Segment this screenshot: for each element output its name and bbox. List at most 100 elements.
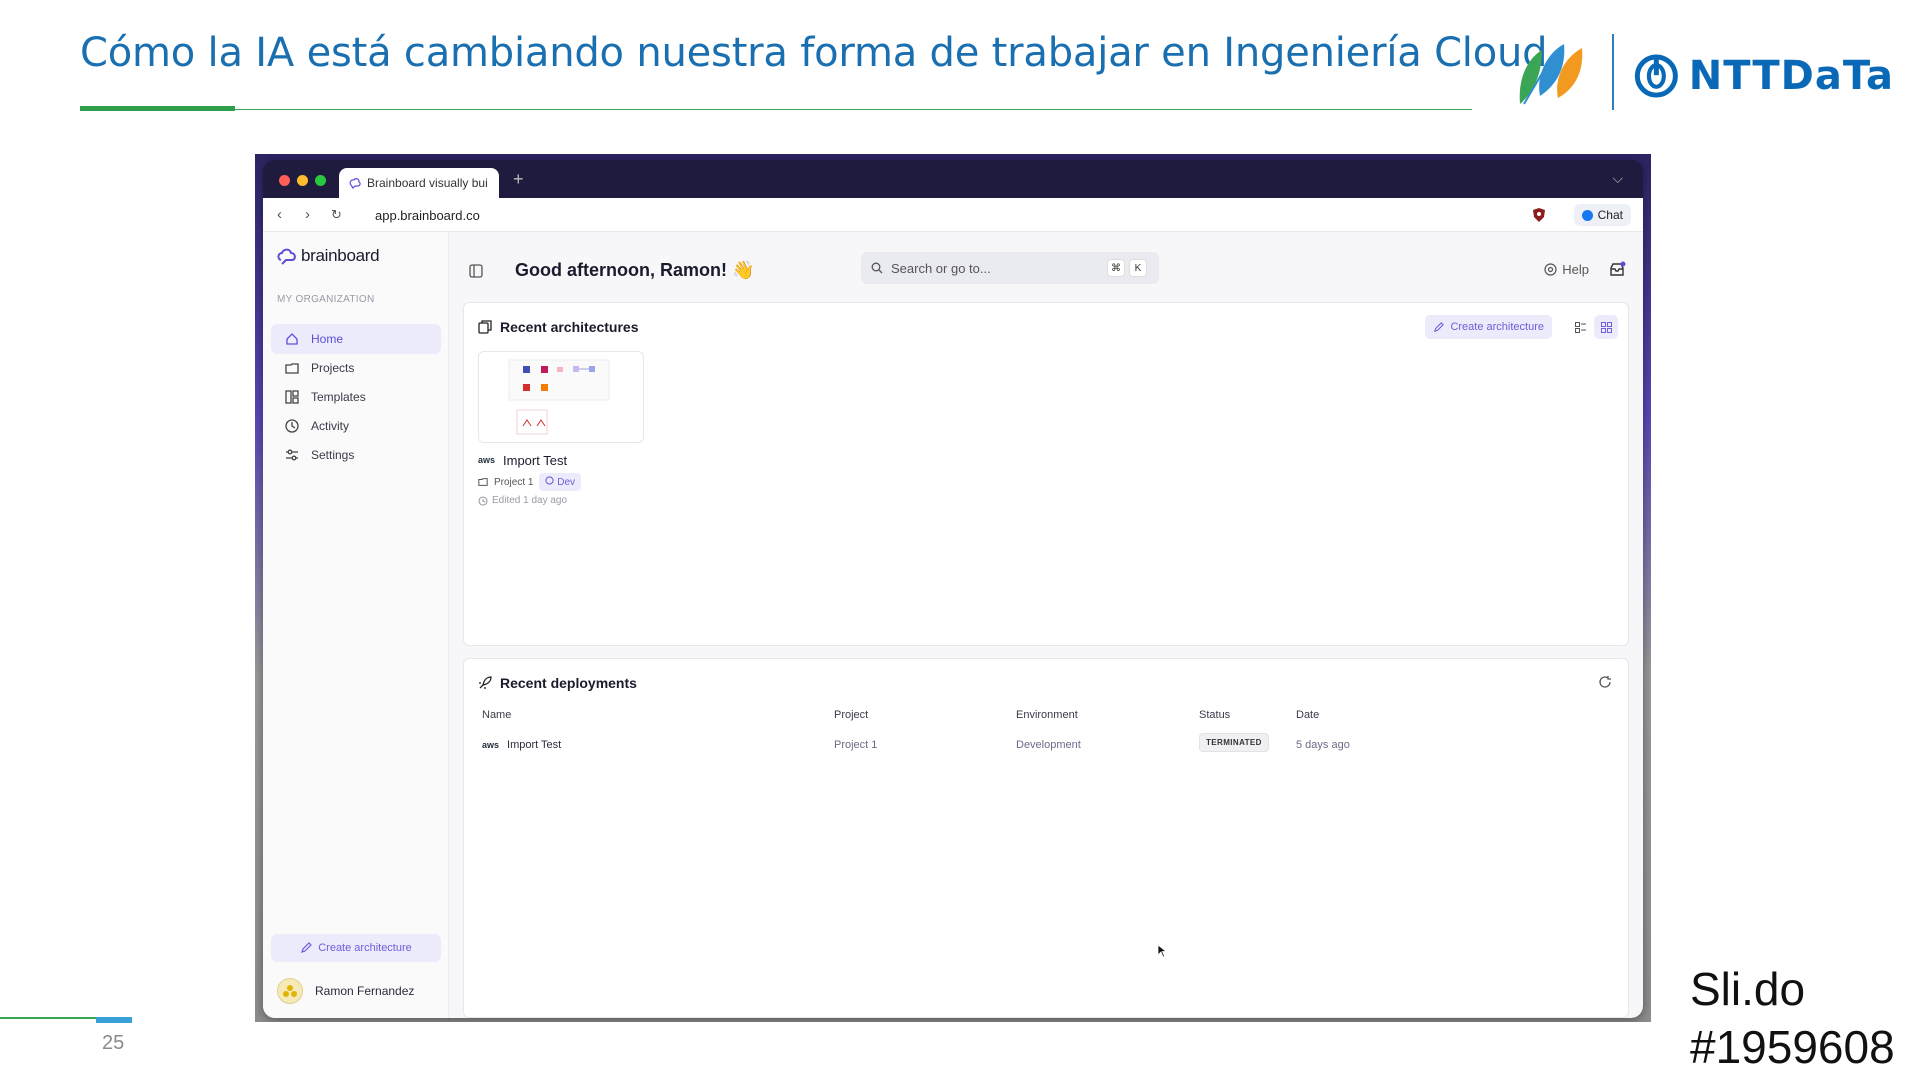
search-icon: [871, 262, 883, 274]
ntt-data-wordmark: NTTDaTa: [1688, 53, 1894, 99]
reload-icon[interactable]: ↻: [331, 207, 342, 223]
forward-icon[interactable]: ›: [305, 206, 310, 223]
settings-icon: [286, 449, 298, 461]
mouse-cursor-icon: [1157, 944, 1167, 958]
deployment-status: TERMINATED: [1199, 733, 1269, 752]
ntt-data-logo: NTTDaTa: [1634, 48, 1894, 104]
refresh-icon[interactable]: [1598, 675, 1612, 689]
deployment-project[interactable]: Project 1: [834, 739, 877, 751]
column-header-project[interactable]: Project: [834, 709, 868, 721]
create-architecture-label: Create architecture: [1450, 321, 1544, 333]
sidebar-item-home[interactable]: Home: [271, 324, 441, 354]
avatar-pattern-icon: [283, 985, 297, 997]
footer-accent: [96, 1017, 132, 1023]
sidebar-create-architecture-button[interactable]: Create architecture: [271, 934, 441, 962]
browser-tab[interactable]: Brainboard visually bui: [339, 168, 499, 198]
slide-title: Cómo la IA está cambiando nuestra forma …: [80, 30, 1548, 76]
folder-icon: [478, 478, 488, 486]
ntt-ring-icon: [1634, 54, 1678, 98]
sidebar-toggle-icon[interactable]: [469, 264, 483, 278]
column-header-name[interactable]: Name: [482, 709, 511, 721]
status-badge: TERMINATED: [1199, 733, 1269, 752]
edited-timestamp: Edited 1 day ago: [478, 495, 567, 506]
sidebar-item-label: Settings: [311, 448, 355, 462]
shield-extension-icon[interactable]: [1531, 207, 1547, 223]
help-label: Help: [1562, 262, 1589, 277]
project-tag[interactable]: Project 1: [494, 477, 533, 488]
inbox-notification-icon[interactable]: [1609, 260, 1627, 278]
sidebar-item-label: Home: [311, 332, 344, 346]
user-name: Ramon Fernandez: [315, 984, 415, 998]
sidebar-item-templates[interactable]: Templates: [271, 382, 441, 412]
deployment-environment: Development: [1016, 739, 1081, 751]
brand-name: brainboard: [301, 246, 380, 265]
address-bar: ‹ › ↻ app.brainboard.co Chat: [263, 198, 1643, 232]
title-underline-accent: [80, 106, 235, 111]
edit-icon: [301, 942, 313, 953]
sidebar-item-label: Activity: [311, 419, 350, 433]
architecture-thumbnail[interactable]: [478, 351, 644, 443]
deployment-name: aws Import Test: [482, 739, 561, 751]
recent-deployments-title: Recent deployments: [478, 675, 637, 691]
edit-icon: [1434, 321, 1445, 332]
environment-icon: [545, 476, 555, 485]
maximize-window-button[interactable]: [315, 175, 326, 186]
deployment-name-text: Import Test: [507, 739, 562, 751]
column-header-status[interactable]: Status: [1199, 709, 1230, 721]
logo-divider: [1612, 34, 1614, 110]
column-header-date[interactable]: Date: [1296, 709, 1319, 721]
templates-icon: [285, 390, 299, 404]
brand-logo[interactable]: brainboard: [277, 246, 380, 266]
list-view-button[interactable]: [1568, 315, 1592, 339]
shortcut-cmd-key: ⌘: [1107, 259, 1125, 277]
home-icon: [286, 333, 298, 345]
user-profile[interactable]: Ramon Fernandez: [277, 978, 414, 1004]
chat-bubble-icon: [1581, 209, 1593, 221]
slide: Cómo la IA está cambiando nuestra forma …: [0, 0, 1920, 1080]
architecture-icon: [478, 320, 492, 334]
list-view-icon: [1574, 321, 1586, 333]
column-header-environment[interactable]: Environment: [1016, 709, 1078, 721]
main-content: Good afternoon, Ramon! 👋 Search or go to…: [449, 232, 1643, 1018]
page-title: Good afternoon, Ramon! 👋: [515, 260, 755, 280]
edited-label: Edited 1 day ago: [492, 495, 568, 506]
create-architecture-label: Create architecture: [318, 942, 412, 954]
chevron-down-icon[interactable]: ⌵: [1612, 170, 1623, 187]
architecture-name[interactable]: aws Import Test: [478, 453, 567, 468]
close-window-button[interactable]: [279, 175, 290, 186]
slido-label: Sli.do: [1690, 963, 1806, 1015]
browser-window: Brainboard visually bui + ⌵ ‹ › ↻ app.br…: [263, 160, 1643, 1018]
grid-view-button[interactable]: [1594, 315, 1618, 339]
search-placeholder: Search or go to...: [891, 260, 991, 276]
sidebar: brainboard MY ORGANIZATION Home Projects…: [263, 232, 449, 1018]
sidebar-item-projects[interactable]: Projects: [271, 353, 441, 383]
create-architecture-button[interactable]: Create architecture: [1425, 315, 1552, 339]
search-input[interactable]: Search or go to... ⌘ K: [861, 252, 1159, 284]
aws-icon: aws: [478, 455, 496, 465]
aws-icon: aws: [482, 739, 500, 750]
new-tab-button[interactable]: +: [513, 169, 524, 190]
browser-screenshot: Brainboard visually bui + ⌵ ‹ › ↻ app.br…: [255, 154, 1651, 1022]
architecture-title: Import Test: [503, 453, 568, 468]
title-underline: [80, 109, 1472, 110]
brainboard-favicon-icon: [349, 178, 361, 189]
help-icon: [1544, 263, 1557, 276]
back-icon[interactable]: ‹: [277, 206, 282, 223]
leaves-logo-icon: [1519, 44, 1583, 105]
sidebar-item-activity[interactable]: Activity: [271, 411, 441, 441]
url-field[interactable]: app.brainboard.co: [375, 208, 480, 223]
recent-deployments-card: Recent deployments Name Project Environm…: [463, 658, 1629, 1018]
sidebar-item-settings[interactable]: Settings: [271, 440, 441, 470]
help-button[interactable]: Help: [1544, 262, 1589, 277]
grid-view-icon: [1600, 321, 1612, 333]
sidebar-item-label: Projects: [311, 361, 355, 375]
section-heading: Recent architectures: [500, 319, 639, 335]
chat-label: Chat: [1597, 208, 1623, 222]
brainboard-cloud-icon: [277, 248, 296, 265]
recent-architectures-card: Recent architectures Create architecture: [463, 302, 1629, 646]
chat-button[interactable]: Chat: [1573, 204, 1631, 226]
section-heading: Recent deployments: [500, 675, 637, 691]
avatar: [277, 978, 303, 1004]
minimize-window-button[interactable]: [297, 175, 308, 186]
environment-tag[interactable]: Dev: [539, 473, 582, 491]
